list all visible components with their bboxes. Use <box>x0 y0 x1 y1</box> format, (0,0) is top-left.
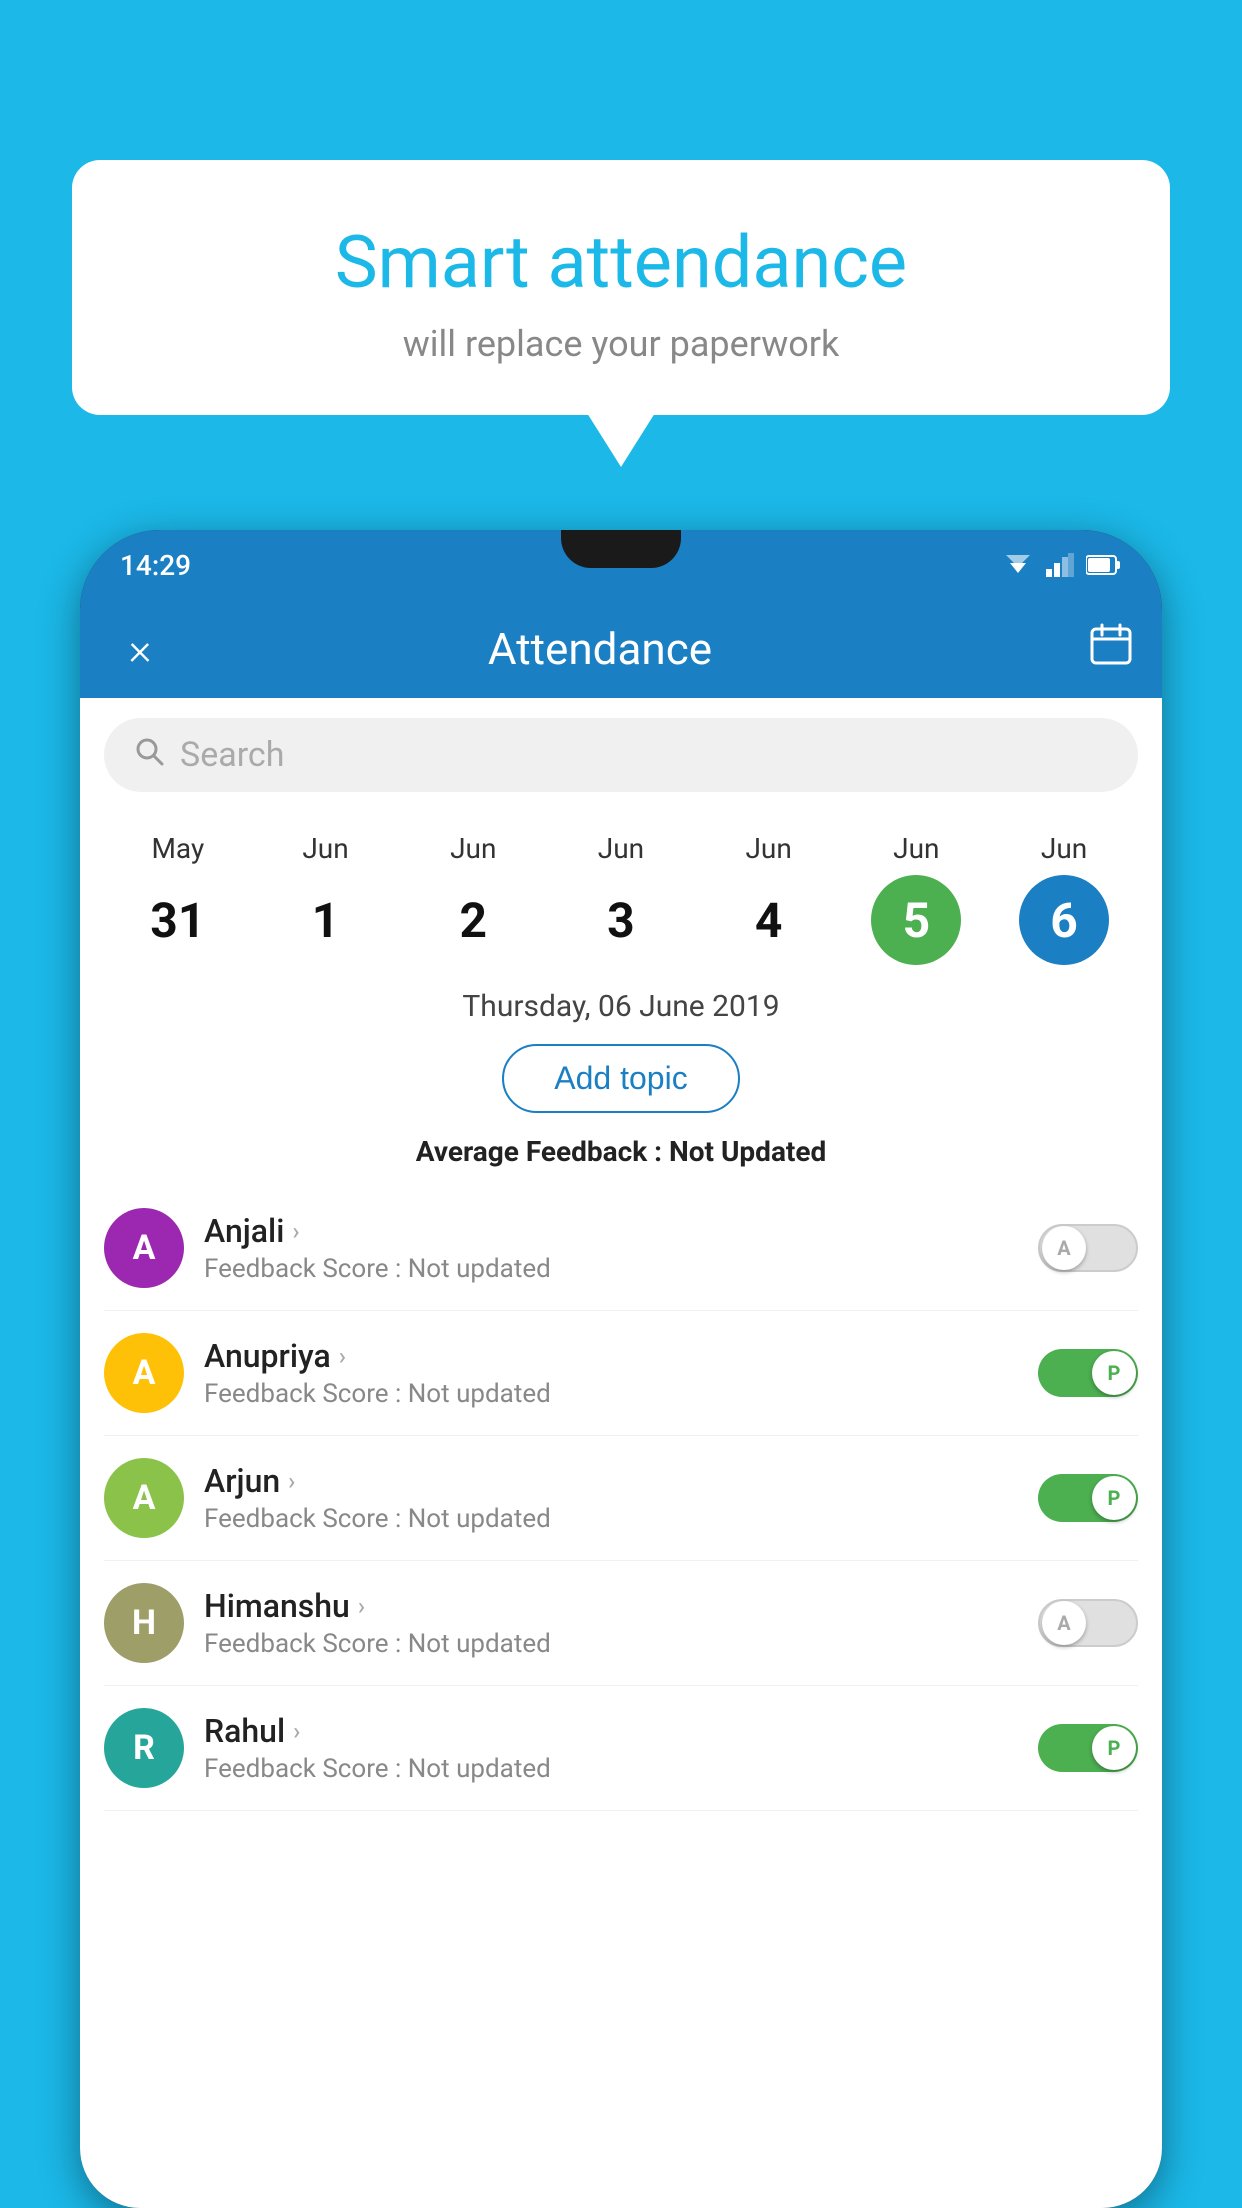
student-info: Rahul › Feedback Score : Not updated <box>204 1712 1018 1784</box>
calendar-month: Jun <box>598 832 644 865</box>
toggle-knob: A <box>1042 1226 1086 1270</box>
student-row[interactable]: A Arjun › Feedback Score : Not updated P <box>104 1436 1138 1561</box>
calendar-day[interactable]: Jun 5 <box>871 832 961 965</box>
calendar-icon[interactable] <box>1090 623 1132 675</box>
student-name: Anupriya › <box>204 1337 1018 1375</box>
bubble-title: Smart attendance <box>122 220 1120 305</box>
attendance-toggle[interactable]: A <box>1038 1224 1138 1272</box>
calendar-date: 2 <box>428 875 518 965</box>
student-info: Arjun › Feedback Score : Not updated <box>204 1462 1018 1534</box>
attendance-toggle[interactable]: P <box>1038 1474 1138 1522</box>
calendar-month: Jun <box>302 832 348 865</box>
student-name: Arjun › <box>204 1462 1018 1500</box>
calendar-date: 4 <box>724 875 814 965</box>
bubble-subtitle: will replace your paperwork <box>122 323 1120 365</box>
chevron-icon: › <box>358 1592 365 1620</box>
calendar-row: May 31 Jun 1 Jun 2 Jun 3 Jun 4 Jun 5 Jun 6 <box>80 812 1162 975</box>
wifi-icon <box>1002 553 1034 577</box>
calendar-month: Jun <box>450 832 496 865</box>
student-row[interactable]: R Rahul › Feedback Score : Not updated P <box>104 1686 1138 1811</box>
attendance-toggle[interactable]: P <box>1038 1349 1138 1397</box>
battery-icon <box>1086 554 1122 576</box>
signal-icon <box>1046 553 1074 577</box>
attendance-toggle[interactable]: P <box>1038 1724 1138 1772</box>
calendar-date: 6 <box>1019 875 1109 965</box>
phone-notch <box>561 530 681 568</box>
avatar: A <box>104 1458 184 1538</box>
phone-frame: 14:29 × Attendance <box>80 530 1162 2208</box>
avatar: R <box>104 1708 184 1788</box>
search-placeholder: Search <box>180 735 284 775</box>
student-row[interactable]: H Himanshu › Feedback Score : Not updated A <box>104 1561 1138 1686</box>
calendar-day[interactable]: Jun 3 <box>576 832 666 965</box>
calendar-date: 31 <box>133 875 223 965</box>
search-bar[interactable]: Search <box>104 718 1138 792</box>
calendar-month: Jun <box>745 832 791 865</box>
calendar-month: Jun <box>893 832 939 865</box>
student-info: Himanshu › Feedback Score : Not updated <box>204 1587 1018 1659</box>
chevron-icon: › <box>292 1217 299 1245</box>
avg-feedback: Average Feedback : Not Updated <box>80 1127 1162 1186</box>
student-row[interactable]: A Anupriya › Feedback Score : Not updated P <box>104 1311 1138 1436</box>
toggle-knob: P <box>1092 1351 1136 1395</box>
calendar-month: May <box>151 832 204 865</box>
search-icon <box>134 736 164 774</box>
feedback-score: Feedback Score : Not updated <box>204 1629 1018 1659</box>
student-info: Anupriya › Feedback Score : Not updated <box>204 1337 1018 1409</box>
speech-bubble: Smart attendance will replace your paper… <box>72 160 1170 415</box>
student-list: AAnjali ›Feedback Score : Not updatedAAA… <box>80 1186 1162 1811</box>
calendar-date: 5 <box>871 875 961 965</box>
feedback-score: Feedback Score : Not updated <box>204 1504 1018 1534</box>
date-label: Thursday, 06 June 2019 <box>80 975 1162 1034</box>
add-topic-button[interactable]: Add topic <box>502 1044 739 1113</box>
feedback-score: Feedback Score : Not updated <box>204 1254 1018 1284</box>
chevron-icon: › <box>288 1467 295 1495</box>
feedback-score: Feedback Score : Not updated <box>204 1379 1018 1409</box>
calendar-month: Jun <box>1041 832 1087 865</box>
calendar-day[interactable]: Jun 4 <box>724 832 814 965</box>
app-bar: × Attendance <box>80 600 1162 698</box>
add-topic-container: Add topic <box>80 1034 1162 1127</box>
attendance-toggle[interactable]: A <box>1038 1599 1138 1647</box>
student-name: Anjali › <box>204 1212 1018 1250</box>
phone-content: Search May 31 Jun 1 Jun 2 Jun 3 Jun 4 Jun 5 Jun 6 Thu… <box>80 698 1162 2208</box>
student-name: Rahul › <box>204 1712 1018 1750</box>
status-icons <box>1002 553 1122 577</box>
app-bar-title: Attendance <box>110 623 1090 675</box>
calendar-day[interactable]: Jun 6 <box>1019 832 1109 965</box>
chevron-icon: › <box>293 1717 300 1745</box>
student-info: Anjali › Feedback Score : Not updated <box>204 1212 1018 1284</box>
student-name: Himanshu › <box>204 1587 1018 1625</box>
avatar: H <box>104 1583 184 1663</box>
student-row[interactable]: A Anjali › Feedback Score : Not updated A <box>104 1186 1138 1311</box>
toggle-knob: P <box>1092 1476 1136 1520</box>
calendar-date: 3 <box>576 875 666 965</box>
avatar: A <box>104 1208 184 1288</box>
chevron-icon: › <box>339 1342 346 1370</box>
toggle-knob: P <box>1092 1726 1136 1770</box>
calendar-day[interactable]: Jun 1 <box>281 832 371 965</box>
calendar-day[interactable]: Jun 2 <box>428 832 518 965</box>
toggle-knob: A <box>1042 1601 1086 1645</box>
feedback-score: Feedback Score : Not updated <box>204 1754 1018 1784</box>
avatar: A <box>104 1333 184 1413</box>
calendar-date: 1 <box>281 875 371 965</box>
calendar-day[interactable]: May 31 <box>133 832 223 965</box>
status-time: 14:29 <box>120 549 191 582</box>
